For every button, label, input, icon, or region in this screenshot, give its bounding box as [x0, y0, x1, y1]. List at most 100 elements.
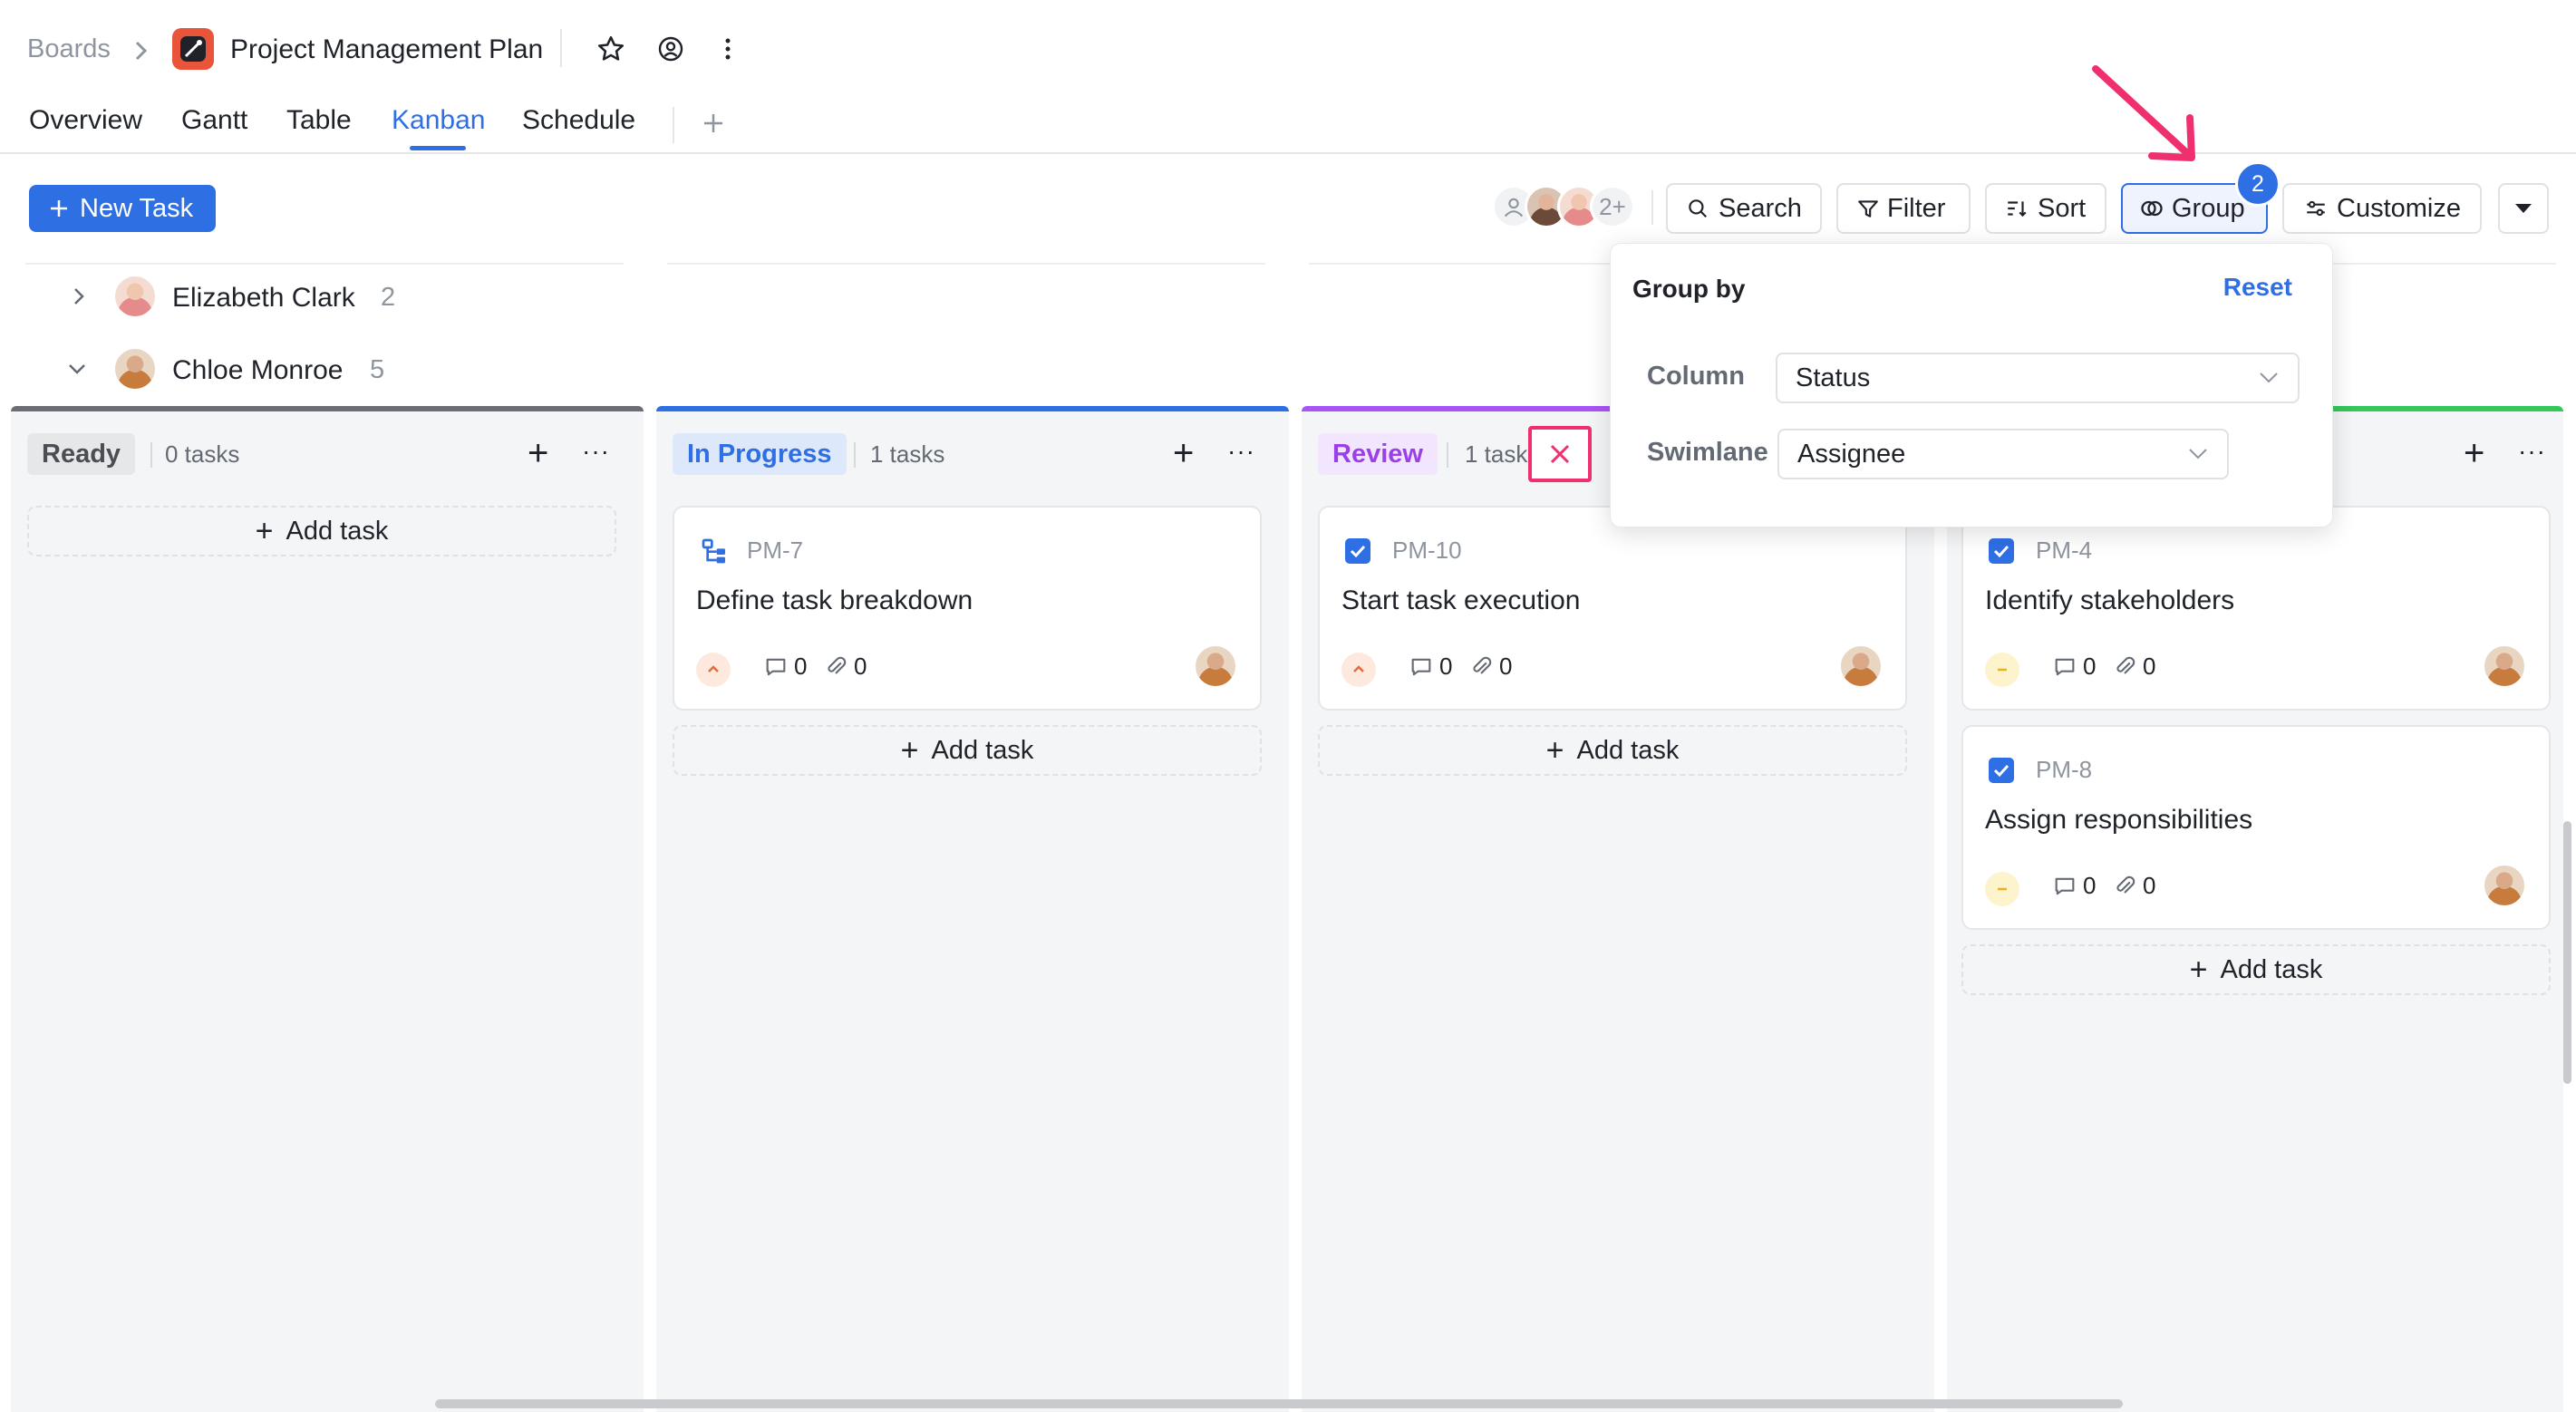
sort-icon — [2008, 201, 2027, 218]
task-card[interactable]: PM-4 Identify stakeholders 0 0 — [1961, 506, 2551, 711]
avatar — [112, 274, 158, 319]
swimlane-select-value: Assignee — [1797, 439, 1906, 469]
lane-collapse-chevron-icon[interactable] — [63, 355, 91, 387]
column-label: In Progress — [673, 433, 847, 475]
column-more-icon[interactable]: ··· — [1227, 433, 1255, 469]
vertical-scrollbar[interactable] — [2563, 821, 2571, 1084]
column-count: 0 tasks — [165, 440, 240, 468]
column-more-icon[interactable]: ··· — [582, 433, 610, 469]
new-task-button[interactable]: New Task — [29, 185, 216, 232]
watch-icon[interactable] — [653, 31, 689, 67]
column-more-icon[interactable]: ··· — [2518, 433, 2546, 469]
horizontal-scrollbar[interactable] — [435, 1399, 2123, 1408]
add-task-button[interactable]: + Add task — [27, 506, 616, 556]
search-label: Search — [1719, 193, 1802, 223]
comment-count: 0 — [2052, 653, 2096, 681]
paperclip-icon — [2116, 656, 2135, 674]
attachment-count: 0 — [2112, 653, 2155, 681]
plus-icon: + — [900, 732, 919, 768]
column-select[interactable]: Status — [1776, 353, 2300, 403]
swimlane-name[interactable]: Chloe Monroe — [172, 355, 343, 386]
add-task-label: Add task — [286, 516, 389, 546]
swimlane-select[interactable]: Assignee — [1777, 429, 2229, 479]
toolbar-dropdown-button[interactable] — [2498, 183, 2549, 234]
comment-count: 0 — [763, 653, 807, 681]
attachment-count: 0 — [2112, 872, 2155, 900]
remove-swimlane-button[interactable] — [1528, 426, 1592, 482]
task-id: PM-10 — [1392, 537, 1462, 564]
tab-schedule[interactable]: Schedule — [522, 105, 635, 136]
group-count-badge: 2 — [2235, 161, 2281, 207]
add-task-button[interactable]: + Add task — [1961, 944, 2551, 995]
add-task-button[interactable]: + Add task — [673, 725, 1262, 776]
chevron-right-icon — [131, 34, 152, 72]
more-members-badge[interactable]: 2+ — [1590, 185, 1635, 228]
reset-button[interactable]: Reset — [2223, 273, 2292, 302]
swimlane-name[interactable]: Elizabeth Clark — [172, 283, 355, 314]
assignee-avatar[interactable] — [1838, 643, 1884, 689]
tab-kanban[interactable]: Kanban — [392, 105, 485, 136]
attachment-count-value: 0 — [1499, 653, 1513, 680]
paperclip-icon — [828, 656, 847, 674]
filter-icon — [1858, 200, 1878, 218]
plus-icon — [51, 200, 67, 217]
column-select-value: Status — [1796, 363, 1871, 392]
chevron-down-icon — [2189, 449, 2207, 459]
plus-icon: + — [1545, 732, 1564, 768]
column-add-icon[interactable]: + — [2464, 433, 2484, 473]
add-task-button[interactable]: + Add task — [1318, 725, 1907, 776]
column-label: Ready — [27, 433, 136, 475]
assignee-avatar[interactable] — [1193, 643, 1238, 689]
breadcrumb-boards[interactable]: Boards — [27, 34, 111, 64]
divider — [1447, 442, 1448, 468]
task-card[interactable]: PM-8 Assign responsibilities 0 0 — [1961, 725, 2551, 930]
lane-divider — [667, 263, 1265, 265]
attachment-count-value: 0 — [2143, 872, 2156, 899]
search-button[interactable]: Search — [1666, 183, 1822, 234]
customize-button[interactable]: Customize — [2282, 183, 2482, 234]
column-add-icon[interactable]: + — [1173, 433, 1194, 473]
close-icon — [1550, 444, 1570, 464]
sort-button[interactable]: Sort — [1985, 183, 2106, 234]
task-id: PM-7 — [747, 537, 804, 564]
add-task-label: Add task — [1576, 735, 1680, 765]
plus-icon: + — [2189, 952, 2208, 987]
tab-gantt[interactable]: Gantt — [181, 105, 247, 136]
star-icon[interactable] — [593, 31, 629, 67]
more-vertical-icon[interactable] — [714, 31, 741, 67]
task-title: Identify stakeholders — [1985, 585, 2235, 615]
task-card[interactable]: PM-10 Start task execution 0 0 — [1318, 506, 1907, 711]
task-checkbox-icon — [1345, 538, 1370, 564]
column-accent — [11, 406, 644, 411]
tab-table[interactable]: Table — [286, 105, 352, 136]
divider — [1651, 190, 1653, 225]
column-count: 1 tasks — [870, 440, 945, 468]
project-logo-icon — [172, 28, 214, 70]
add-task-label: Add task — [2220, 954, 2323, 984]
column-done: + ··· PM-4 Identify stakeholders 0 0 PM-… — [1947, 406, 2563, 1412]
task-checkbox-icon — [1989, 758, 2014, 783]
task-title: Define task breakdown — [696, 585, 973, 615]
lane-expand-chevron-icon[interactable] — [65, 283, 92, 314]
tab-overview[interactable]: Overview — [29, 105, 142, 136]
task-id: PM-4 — [2036, 537, 2093, 564]
attachment-count: 0 — [1468, 653, 1512, 681]
comment-count-value: 0 — [2083, 653, 2097, 680]
project-title: Project Management Plan — [230, 34, 544, 64]
comment-icon — [2055, 658, 2075, 675]
swimlane-count: 5 — [370, 355, 385, 384]
attachment-count: 0 — [823, 653, 867, 681]
divider — [560, 29, 562, 67]
assignee-avatar[interactable] — [2482, 863, 2527, 908]
paperclip-icon — [1473, 656, 1492, 674]
add-task-label: Add task — [931, 735, 1034, 765]
comment-icon — [1411, 658, 1431, 675]
task-card[interactable]: PM-7 Define task breakdown 0 0 — [673, 506, 1262, 711]
comment-count: 0 — [2052, 872, 2096, 900]
column-add-icon[interactable]: + — [528, 433, 548, 473]
add-view-icon[interactable] — [698, 107, 729, 140]
new-task-label: New Task — [80, 193, 194, 223]
filter-button[interactable]: Filter — [1836, 183, 1971, 234]
paperclip-icon — [2116, 875, 2135, 894]
assignee-avatar[interactable] — [2482, 643, 2527, 689]
